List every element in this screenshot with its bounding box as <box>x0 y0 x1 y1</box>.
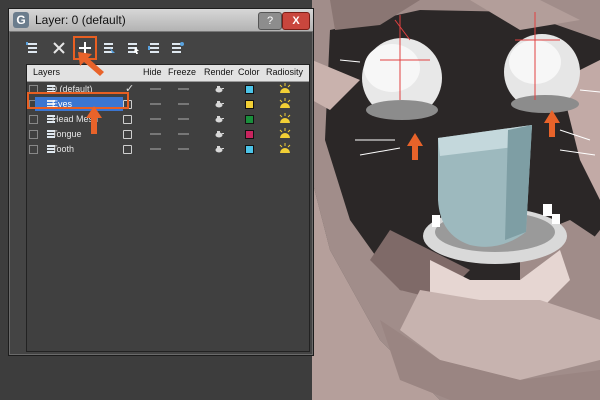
stack-icon <box>26 42 37 53</box>
create-layer-button[interactable] <box>23 38 43 58</box>
hide-toggle[interactable] <box>150 133 161 135</box>
freeze-toggle[interactable] <box>178 118 189 120</box>
layer-name-cell[interactable]: Head Mesh <box>35 112 123 126</box>
layer-color-swatch[interactable] <box>245 115 254 124</box>
eyes-highlight-box <box>27 92 129 109</box>
freeze-toggle[interactable] <box>178 148 189 150</box>
radiosity-icon[interactable] <box>279 98 291 109</box>
tongue <box>438 125 532 247</box>
help-button[interactable]: ? <box>258 12 282 30</box>
highlight-selected-button[interactable] <box>123 38 143 58</box>
render-teapot-icon[interactable] <box>214 145 224 153</box>
column-layers[interactable]: Layers <box>33 67 60 77</box>
radiosity-icon[interactable] <box>279 113 291 124</box>
layer-name: Tongue <box>52 129 82 139</box>
layer-name-cell[interactable]: Tongue <box>35 127 123 141</box>
dialog-title: Layer: 0 (default) <box>35 13 126 27</box>
render-teapot-icon[interactable] <box>214 100 224 108</box>
radiosity-icon[interactable] <box>279 83 291 94</box>
freeze-unfreeze-all-button[interactable] <box>167 38 187 58</box>
hide-toggle[interactable] <box>150 148 161 150</box>
radiosity-icon[interactable] <box>279 143 291 154</box>
layer-color-swatch[interactable] <box>245 145 254 154</box>
hide-toggle[interactable] <box>150 103 161 105</box>
arrow-to-eyes-layer <box>86 106 102 134</box>
layer-row[interactable]: Head Mesh <box>27 112 309 126</box>
set-active-checkbox[interactable] <box>123 130 132 139</box>
column-freeze[interactable]: Freeze <box>168 67 196 77</box>
app-icon: G <box>13 12 29 28</box>
set-active-checkbox[interactable] <box>123 115 132 124</box>
column-hide[interactable]: Hide <box>143 67 162 77</box>
freeze-toggle[interactable] <box>178 88 189 90</box>
stack-eye-icon <box>148 43 159 53</box>
layer-name-cell[interactable]: Tooth <box>35 142 123 156</box>
freeze-toggle[interactable] <box>178 133 189 135</box>
delete-layer-button[interactable] <box>49 38 69 58</box>
freeze-toggle[interactable] <box>178 103 189 105</box>
layer-name: Tooth <box>52 144 75 154</box>
render-teapot-icon[interactable] <box>214 130 224 138</box>
close-button[interactable]: X <box>282 12 310 30</box>
grid-header: Layers Hide Freeze Render Color Radiosit… <box>27 65 309 82</box>
render-teapot-icon[interactable] <box>214 115 224 123</box>
hide-unhide-all-button[interactable] <box>145 38 165 58</box>
radiosity-icon[interactable] <box>279 128 291 139</box>
layer-row[interactable]: Tongue <box>27 127 309 141</box>
title-bar[interactable]: G Layer: 0 (default) ? X <box>9 9 313 32</box>
column-render[interactable]: Render <box>204 67 234 77</box>
layer-row[interactable]: Tooth <box>27 142 309 156</box>
layer-dialog: G Layer: 0 (default) ? X Layers Hide Fre… <box>8 8 314 356</box>
layer-color-swatch[interactable] <box>245 130 254 139</box>
render-teapot-icon[interactable] <box>214 85 224 93</box>
hide-toggle[interactable] <box>150 88 161 90</box>
toolbar <box>15 35 307 61</box>
stack-snow-icon <box>172 42 184 53</box>
layer-color-swatch[interactable] <box>245 100 254 109</box>
set-active-checkbox[interactable] <box>123 145 132 154</box>
column-radiosity[interactable]: Radiosity <box>266 67 303 77</box>
hide-toggle[interactable] <box>150 118 161 120</box>
column-color[interactable]: Color <box>238 67 260 77</box>
layer-color-swatch[interactable] <box>245 85 254 94</box>
arrow-to-add-button <box>78 52 104 76</box>
stack-cursor-icon <box>128 43 139 54</box>
x-icon <box>53 42 65 54</box>
